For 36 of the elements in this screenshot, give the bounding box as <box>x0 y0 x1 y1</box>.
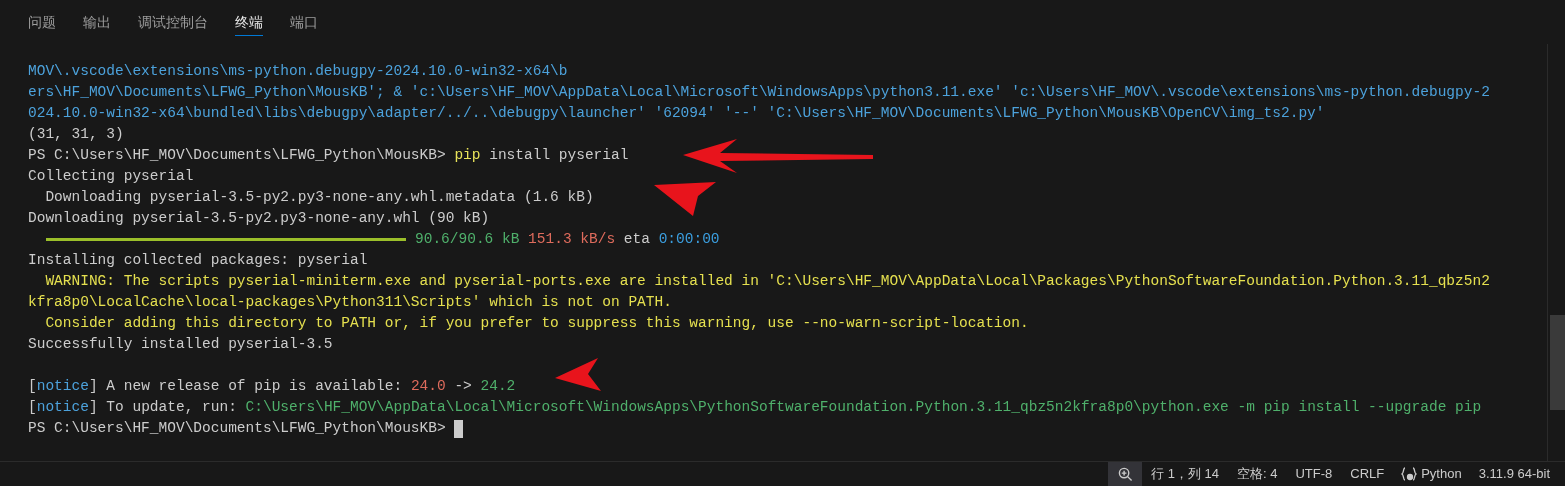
terminal-line: (31, 31, 3) <box>28 126 124 142</box>
status-item[interactable]: 3.11.9 64-bit <box>1469 462 1559 486</box>
terminal-line: Consider adding this directory to PATH or, if you prefer to suppress this warning, use --no-warn-script-location. <box>44 315 1029 331</box>
panel-tab[interactable]: 输出 <box>83 10 111 36</box>
terminal-line: MOV\.vscode\extensions\ms-python.debugpy-2024.10.0-win32-x64\b <box>28 63 568 79</box>
language-item[interactable]: Python <box>1393 462 1470 486</box>
scrollbar[interactable] <box>1547 44 1565 461</box>
panel-tab[interactable]: 端口 <box>290 10 318 36</box>
terminal-line: kfra8p0\LocalCache\local-packages\Python311\Scripts' which is not on PATH. <box>28 294 672 310</box>
braces-icon <box>1401 467 1418 481</box>
annotation-arrow <box>555 358 601 391</box>
annotation-arrow <box>654 182 716 216</box>
terminal-line: Installing collected packages: pyserial <box>28 252 368 268</box>
zoom-button[interactable] <box>1108 462 1142 486</box>
terminal-line: 024.10.0-win32-x64\bundled\libs\debugpy\adapter/../..\debugpy\launcher' '62094' '--' 'C:\Users\HF_MOV\Documents\LFWG_Python\MousKB\OpenCV\img_ts2.py' <box>28 105 1325 121</box>
status-item[interactable]: CRLF <box>1341 462 1394 486</box>
status-item[interactable]: 行 1，列 14 <box>1142 462 1228 486</box>
terminal-line: Successfully installed pyserial-3.5 <box>28 336 333 352</box>
zoom-in-icon <box>1117 466 1133 482</box>
status-item[interactable]: 空格: 4 <box>1227 462 1287 486</box>
terminal-line: [notice] To update, run: C:\Users\HF_MOV\AppData\Local\Microsoft\WindowsApps\PythonSoftwareFoundation.Python.3.11_qbz5n2kfra8p0\python.exe -m pip install --upgrade pip <box>28 399 1482 415</box>
terminal-line: Downloading pyserial-3.5-py2.py3-none-any.whl (90 kB) <box>28 210 490 226</box>
panel-tab[interactable]: 终端 <box>235 10 263 36</box>
terminal-prompt: PS C:\Users\HF_MOV\Documents\LFWG_Python\MousKB> <box>28 419 447 438</box>
cursor <box>454 419 464 438</box>
panel-tab[interactable]: 问题 <box>28 10 56 36</box>
terminal-line: WARNING: The scripts pyserial-miniterm.exe and pyserial-ports.exe are installed in 'C:\Users\HF_MOV\AppData\Local\Packages\PythonSoftwareFoundation.Python.3.11_qbz5n2 <box>44 273 1490 289</box>
terminal-line: ers\HF_MOV\Documents\LFWG_Python\MousKB'; & 'c:\Users\HF_MOV\AppData\Local\Microsoft\WindowsApps\python3.11.exe' 'c:\Users\HF_MOV\.vscode\extensions\ms-python.debugpy-2 <box>28 84 1490 100</box>
terminal-line: Downloading pyserial-3.5-py2.py3-none-any.whl.metadata (1.6 kB) <box>44 189 594 205</box>
terminal-line: PS C:\Users\HF_MOV\Documents\LFWG_Python\MousKB> pip install pyserial <box>28 147 629 163</box>
terminal-line: [notice] A new release of pip is available: 24.0 -> 24.2 <box>28 378 516 394</box>
scrollbar-thumb[interactable] <box>1550 315 1565 410</box>
progress-text: 90.6/90.6 kB 151.3 kB/s eta 0:00:00 <box>415 230 720 249</box>
status-item[interactable]: UTF-8 <box>1286 462 1342 486</box>
terminal-line: Collecting pyserial <box>28 168 194 184</box>
panel-tab[interactable]: 调试控制台 <box>138 10 208 36</box>
